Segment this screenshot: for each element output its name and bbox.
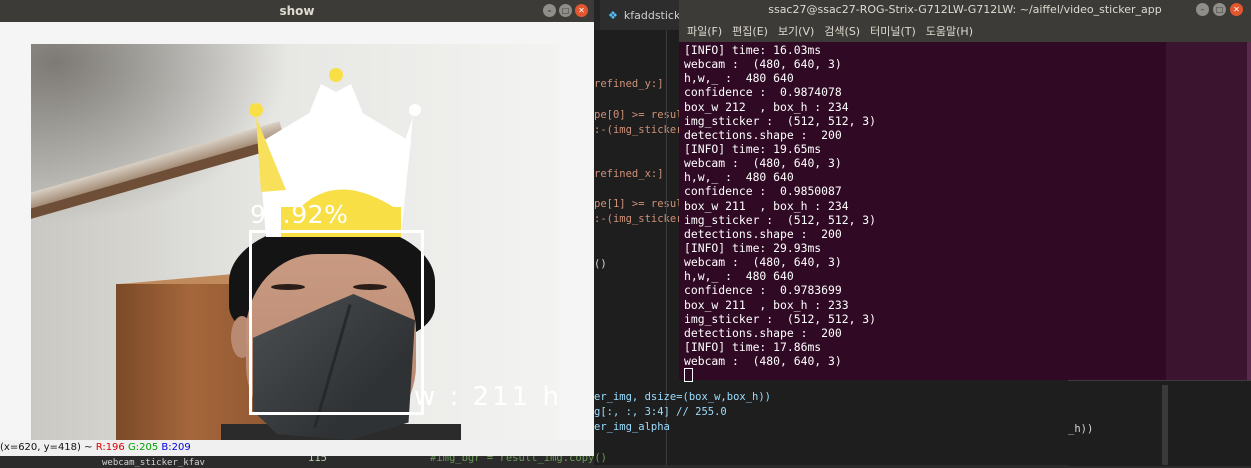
terminal-line: img_sticker : (512, 512, 3) [684,212,877,227]
terminal-scrollbar[interactable] [1247,42,1251,380]
terminal-prompt-line [684,368,876,383]
terminal-line: img_sticker : (512, 512, 3) [684,113,877,128]
crown-jewel-left [249,103,263,117]
terminal-line: detections.shape : 200 [684,226,842,241]
pixel-red-value: R:196 [95,442,125,453]
terminal-line: confidence : 0.9874078 [684,85,842,100]
python-file-icon: ❖ [608,8,618,22]
code-line: er_img, dsize=(box_w,box_h)) [594,391,772,403]
box-size-label: w : 211 h [414,382,559,412]
terminal-line: h,w,_ : 480 640 [684,170,794,185]
close-icon[interactable]: ✕ [575,4,588,17]
menu-edit[interactable]: 편집(E) [732,23,768,39]
face-bounding-box [249,230,424,415]
cv-window-controls: – □ ✕ [543,4,588,17]
terminal-line: box_w 212 , box_h : 234 [684,99,849,114]
maximize-icon[interactable]: □ [1213,3,1226,16]
terminal-menubar: 파일(F) 편집(E) 보기(V) 검색(S) 터미널(T) 도움말(H) [679,20,1251,42]
menu-terminal[interactable]: 터미널(T) [870,23,916,39]
cv-window-title: show [279,4,315,18]
terminal-line: [INFO] time: 19.65ms [684,141,822,156]
editor-side-panel: _h)) [1068,380,1251,466]
pixel-blue-value: B:209 [161,442,191,453]
pixel-coords: (x=620, y=418) ~ [0,442,93,453]
file-name-fragment: webcam_sticker_kfav [102,458,205,468]
crown-jewel-right [409,104,421,116]
terminal-line: h,w,_ : 480 640 [684,71,794,86]
terminal-line: webcam : (480, 640, 3) [684,255,842,270]
terminal-titlebar[interactable]: ssac27@ssac27-ROG-Strix-G712LW-G712LW: ~… [679,0,1251,20]
crown-jewel-center [329,68,343,82]
pixel-green-value: G:205 [127,442,159,453]
terminal-background-pane [1166,42,1251,380]
code-line: refined_x:] [594,168,664,180]
menu-search[interactable]: 검색(S) [824,23,860,39]
terminal-lines: [INFO] time: 16.03ms webcam : (480, 640,… [684,43,877,383]
menu-help[interactable]: 도움말(H) [926,23,973,39]
terminal-line: detections.shape : 200 [684,325,842,340]
close-icon[interactable]: ✕ [1230,3,1243,16]
cv-window-titlebar[interactable]: show – □ ✕ [0,0,594,22]
terminal-line: confidence : 0.9783699 [684,283,842,298]
terminal-line: webcam : (480, 640, 3) [684,57,842,72]
terminal-window-controls: – □ ✕ [1196,3,1243,16]
terminal-line: img_sticker : (512, 512, 3) [684,311,877,326]
terminal-line: detections.shape : 200 [684,127,842,142]
terminal-title: ssac27@ssac27-ROG-Strix-G712LW-G712LW: ~… [768,3,1162,16]
cv-status-bar: (x=620, y=418) ~ R:196 G:205 B:209 [0,440,594,456]
terminal-line: [INFO] time: 16.03ms [684,43,822,57]
code-line: g[:, :, 3:4] // 255.0 [594,406,727,418]
terminal-line: [INFO] time: 29.93ms [684,240,822,255]
maximize-icon[interactable]: □ [559,4,572,17]
terminal-window: ssac27@ssac27-ROG-Strix-G712LW-G712LW: ~… [679,0,1251,383]
terminal-line: [INFO] time: 17.86ms [684,339,822,354]
terminal-line: h,w,_ : 480 640 [684,269,794,284]
code-line: refined_y:] [594,78,664,90]
menu-view[interactable]: 보기(V) [778,23,814,39]
minimize-icon[interactable]: – [543,4,556,17]
code-fragment: _h)) [1068,423,1094,435]
confidence-label: 98.92% [250,200,349,229]
code-line: er_img_alpha [594,421,670,433]
opencv-show-window: show – □ ✕ 98.92% w: 211 h (x=620, y=41… [0,0,594,456]
menu-file[interactable]: 파일(F) [687,23,722,39]
terminal-line: confidence : 0.9850087 [684,184,842,199]
terminal-line: webcam : (480, 640, 3) [684,354,842,369]
terminal-line: box_w 211 , box_h : 233 [684,297,849,312]
minimize-icon[interactable]: – [1196,3,1209,16]
code-line: () [594,258,607,270]
terminal-line: box_w 211 , box_h : 234 [684,198,849,213]
webcam-frame[interactable]: 98.92% w : 211 h [31,44,559,440]
editor-scrollbar[interactable] [1162,385,1168,465]
terminal-cursor [684,368,693,383]
terminal-line: webcam : (480, 640, 3) [684,156,842,171]
